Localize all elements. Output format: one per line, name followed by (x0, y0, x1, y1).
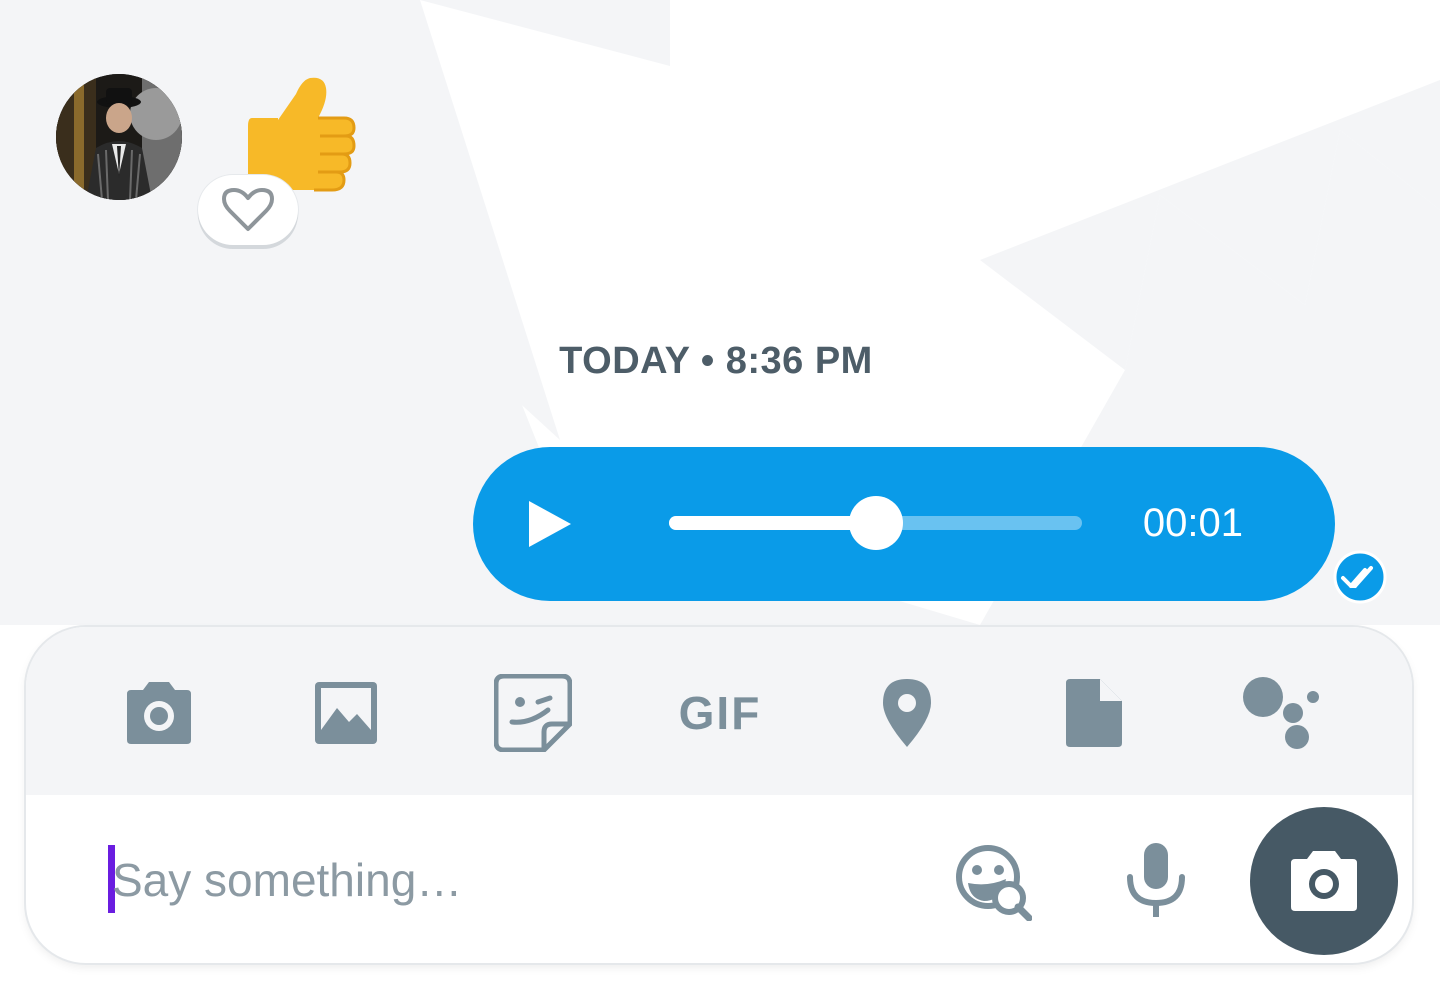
voice-progress-knob[interactable] (848, 496, 903, 550)
attachment-toolbar: GIF (26, 627, 1412, 795)
assistant-icon (1243, 677, 1319, 749)
location-pin-icon (883, 679, 931, 747)
assistant-tool-button[interactable] (1239, 671, 1323, 755)
gif-tool-button[interactable]: GIF (676, 671, 764, 755)
avatar[interactable] (56, 74, 182, 200)
file-tool-button[interactable] (1052, 671, 1136, 755)
reaction-button[interactable] (198, 175, 298, 245)
emoji-search-icon (956, 845, 1033, 922)
gallery-tool-button[interactable] (304, 671, 388, 755)
microphone-button[interactable] (1120, 841, 1192, 919)
play-button[interactable] (525, 499, 575, 549)
message-input[interactable] (108, 835, 912, 925)
voice-duration: 00:01 (1142, 501, 1243, 545)
double-check-icon (1333, 550, 1387, 604)
location-tool-button[interactable] (865, 671, 949, 755)
emoji-search-button[interactable] (954, 843, 1033, 922)
camera-tool-button[interactable] (117, 671, 201, 755)
voice-progress-track[interactable] (669, 496, 1082, 550)
camera-icon (127, 682, 191, 744)
sticker-tool-button[interactable] (491, 671, 575, 755)
composer-input-row (26, 795, 1412, 963)
play-icon (529, 501, 571, 547)
file-icon (1066, 679, 1122, 747)
message-timestamp: TODAY • 8:36 PM (559, 340, 873, 382)
voice-message-bubble: 00:01 (473, 447, 1335, 601)
camera-icon (1291, 851, 1357, 911)
heart-outline-icon (222, 188, 274, 231)
microphone-icon (1127, 843, 1185, 917)
user-avatar-photo (56, 74, 182, 200)
gif-icon: GIF (678, 687, 762, 739)
image-icon (315, 682, 377, 744)
message-composer: GIF (26, 627, 1412, 963)
sticker-icon (494, 674, 572, 752)
camera-capture-button[interactable] (1250, 807, 1398, 955)
voice-progress-fill (669, 516, 876, 530)
